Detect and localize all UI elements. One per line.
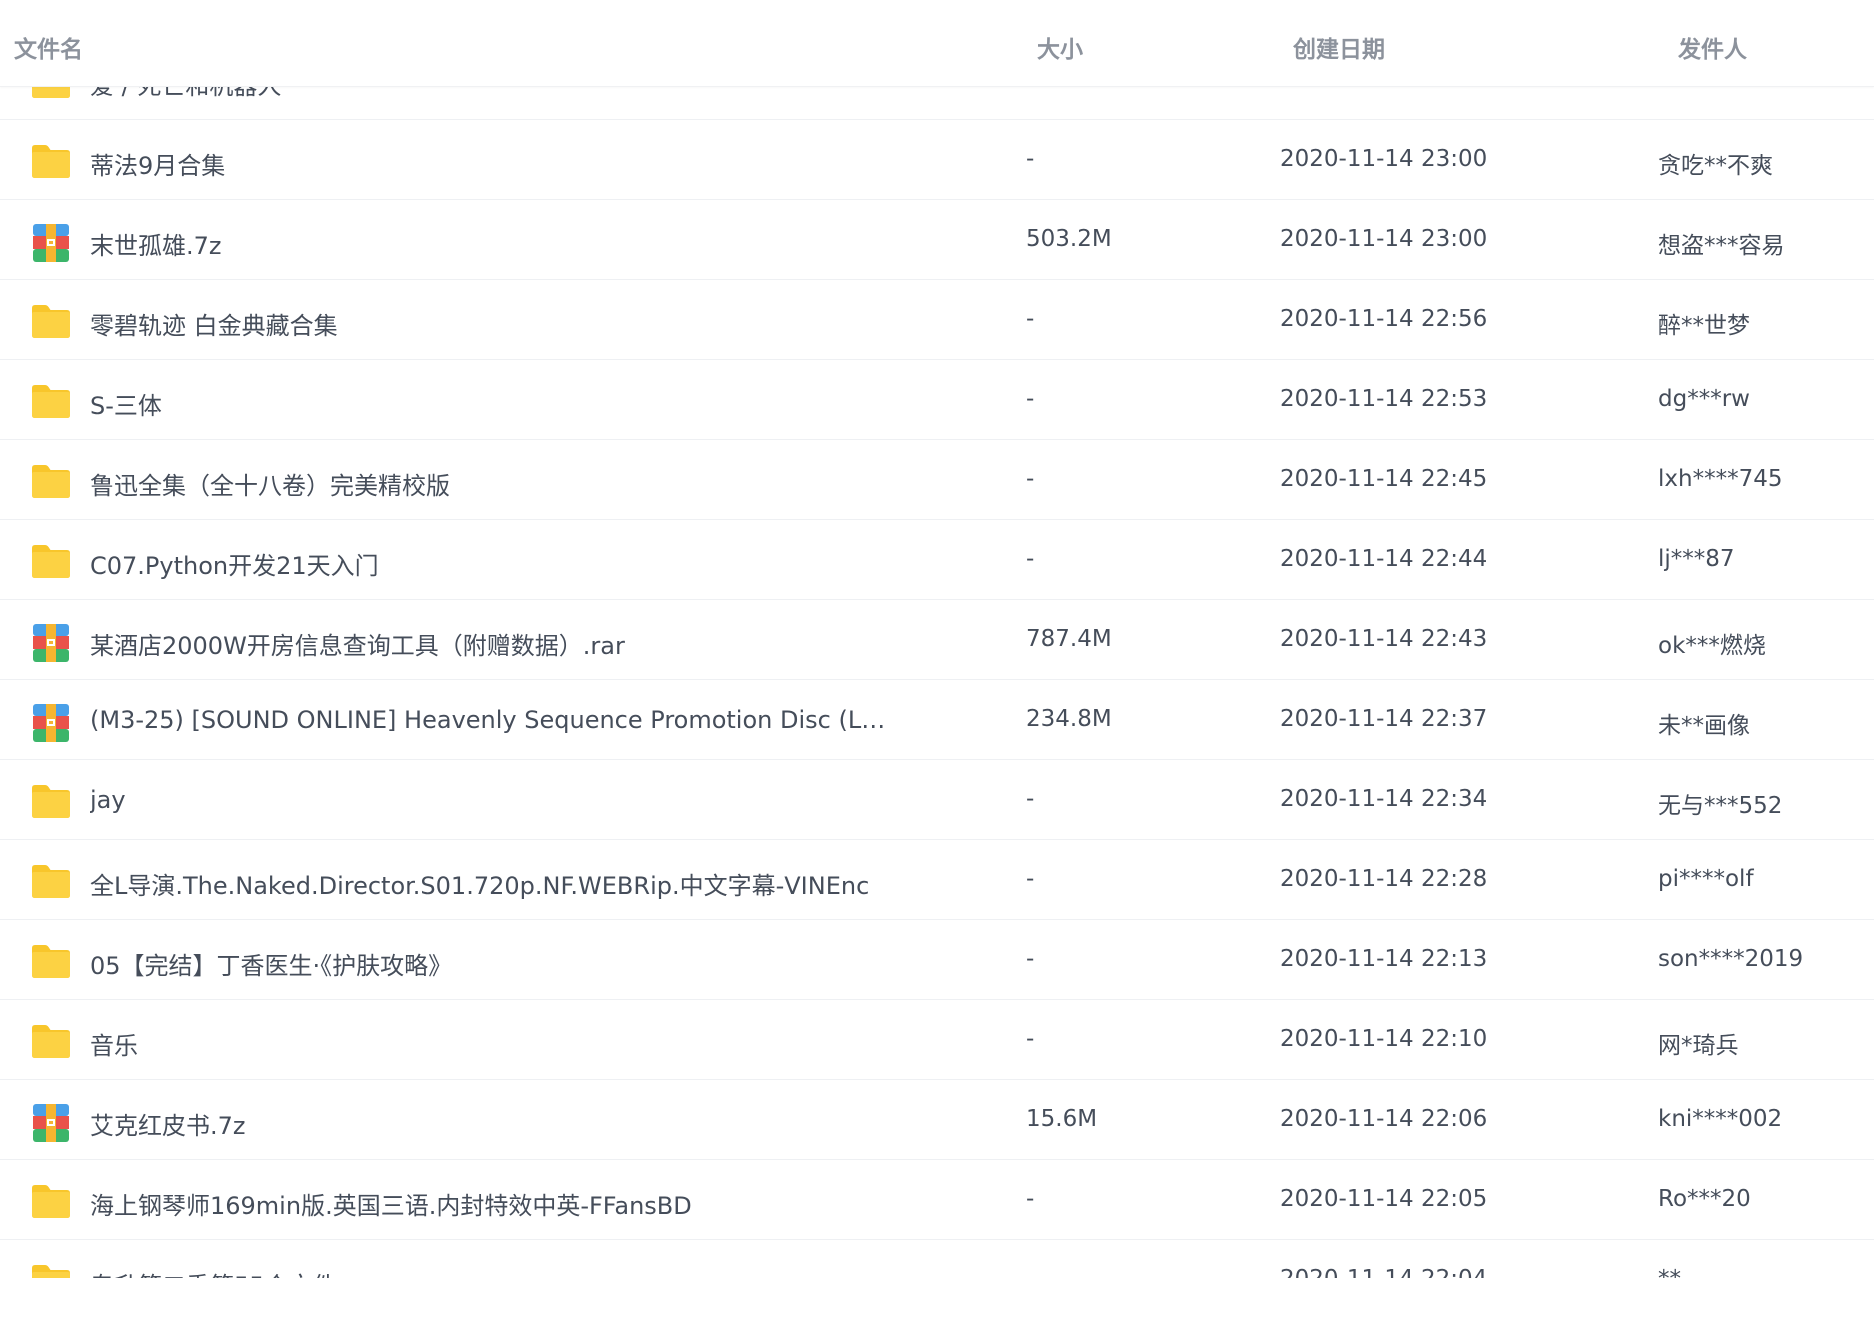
folder-row[interactable]: 音乐 - 2020-11-14 22:10 网*琦兵 <box>0 1000 1874 1080</box>
folder-icon <box>30 862 72 900</box>
sender-name: lxh****745 <box>1658 466 1783 492</box>
folder-row[interactable]: 海上钢琴师169min版.英国三语.内封特效中英-FFansBD - 2020-11… <box>0 1160 1874 1240</box>
file-name[interactable]: 全L导演.The.Naked.Director.S01.720p.NF.WEBR… <box>90 866 869 901</box>
file-size: - <box>1026 1026 1035 1052</box>
sender-name: 醉**世梦 <box>1658 313 1750 339</box>
sender-name: 贪吃**不爽 <box>1658 153 1773 179</box>
file-size: - <box>1026 466 1035 492</box>
folder-icon <box>30 142 72 180</box>
archive-icon <box>30 702 72 742</box>
file-name[interactable]: 零碧轨迹 白金典藏合集 <box>90 306 338 341</box>
archive-icon <box>30 622 72 662</box>
file-size: - <box>1026 306 1035 332</box>
created-date: 2020-11-14 22:53 <box>1280 386 1488 412</box>
file-name[interactable]: 艾克红皮书.7z <box>90 1106 246 1141</box>
folder-row[interactable]: C07.Python开发21天入门 - 2020-11-14 22:44 lj***8… <box>0 520 1874 600</box>
file-size: - <box>1026 386 1035 412</box>
folder-icon <box>30 542 72 580</box>
column-header-name[interactable]: 文件名 <box>14 30 83 64</box>
column-header-sender[interactable]: 发件人 <box>1678 30 1747 64</box>
file-size: 503.2M <box>1026 226 1112 252</box>
folder-icon <box>30 302 72 340</box>
sender-name: dg***rw <box>1658 386 1750 412</box>
created-date: 2020-11-14 22:37 <box>1280 706 1488 732</box>
table-header: 文件名 大小 创建日期 发件人 <box>0 0 1874 87</box>
file-name[interactable]: 05【完结】丁香医生·《护肤攻略》 <box>90 946 452 981</box>
sender-name: pi****olf <box>1658 866 1754 892</box>
folder-row[interactable]: 蒂法9月合集 - 2020-11-14 23:00 贪吃**不爽 <box>0 120 1874 200</box>
folder-row[interactable]: S-三体 - 2020-11-14 22:53 dg***rw <box>0 360 1874 440</box>
file-size: 787.4M <box>1026 626 1112 652</box>
created-date: 2020-11-14 23:00 <box>1280 146 1488 172</box>
folder-row[interactable]: 05【完结】丁香医生·《护肤攻略》 - 2020-11-14 22:13 son***… <box>0 920 1874 1000</box>
sender-name: 想盗***容易 <box>1658 233 1785 259</box>
folder-icon <box>30 382 72 420</box>
file-table: 爱 / 死亡和机器人蒂法9月合集-2020-11-14 23:00贪吃**不爽末… <box>0 0 1874 1278</box>
folder-icon <box>30 782 72 820</box>
file-size: - <box>1026 1266 1034 1278</box>
created-date: 2020-11-14 22:05 <box>1280 1186 1488 1212</box>
file-size: 15.6M <box>1026 1106 1098 1132</box>
sender-name: ** <box>1658 1266 1681 1278</box>
file-name[interactable]: S-三体 <box>90 386 162 421</box>
file-row[interactable]: (M3-25) [SOUND ONLINE] Heavenly Sequence… <box>0 680 1874 760</box>
sender-name: 无与***552 <box>1658 793 1783 819</box>
column-header-size[interactable]: 大小 <box>1037 30 1083 64</box>
sender-name: 未**画像 <box>1658 713 1750 739</box>
file-name[interactable]: 专升第二季第55个文件 <box>90 1266 337 1278</box>
folder-row[interactable]: 全L导演.The.Naked.Director.S01.720p.NF.WEBR… <box>0 840 1874 920</box>
folder-icon <box>30 1182 72 1220</box>
archive-icon <box>30 222 72 262</box>
file-size: - <box>1026 946 1035 972</box>
created-date: 2020-11-14 22:45 <box>1280 466 1488 492</box>
column-header-date[interactable]: 创建日期 <box>1293 30 1385 64</box>
file-size: - <box>1026 786 1035 812</box>
file-size: 234.8M <box>1026 706 1112 732</box>
folder-icon <box>30 942 72 980</box>
folder-row[interactable]: 鲁迅全集（全十八卷）完美精校版 - 2020-11-14 22:45 lxh****7… <box>0 440 1874 520</box>
file-name[interactable]: 某酒店2000W开房信息查询工具（附赠数据）.rar <box>90 626 625 661</box>
file-name[interactable]: 海上钢琴师169min版.英国三语.内封特效中英-FFansBD <box>90 1186 692 1221</box>
sender-name: son****2019 <box>1658 946 1804 972</box>
sender-name: Ro***20 <box>1658 1186 1751 1212</box>
file-name[interactable]: C07.Python开发21天入门 <box>90 546 379 581</box>
folder-row[interactable]: jay - 2020-11-14 22:34 无与***552 <box>0 760 1874 840</box>
sender-name: lj***87 <box>1658 546 1735 572</box>
folder-row[interactable]: 零碧轨迹 白金典藏合集 - 2020-11-14 22:56 醉**世梦 <box>0 280 1874 360</box>
file-rows: 爱 / 死亡和机器人蒂法9月合集-2020-11-14 23:00贪吃**不爽末… <box>0 40 1874 1278</box>
created-date: 2020-11-14 22:10 <box>1280 1026 1488 1052</box>
file-row[interactable]: 某酒店2000W开房信息查询工具（附赠数据）.rar 787.4M 2020-11-… <box>0 600 1874 680</box>
file-name[interactable]: (M3-25) [SOUND ONLINE] Heavenly Sequence… <box>90 706 890 734</box>
folder-icon <box>30 462 72 500</box>
file-name[interactable]: 音乐 <box>90 1026 138 1061</box>
created-date: 2020-11-14 22:06 <box>1280 1106 1488 1132</box>
created-date: 2020-11-14 22:56 <box>1280 306 1488 332</box>
created-date: 2020-11-14 22:44 <box>1280 546 1488 572</box>
sender-name: kni****002 <box>1658 1106 1783 1132</box>
folder-icon <box>30 1262 72 1278</box>
created-date: 2020-11-14 22:13 <box>1280 946 1488 972</box>
created-date: 2020-11-14 22:04 <box>1280 1266 1487 1278</box>
archive-icon <box>30 1102 72 1142</box>
file-name[interactable]: 鲁迅全集（全十八卷）完美精校版 <box>90 466 450 501</box>
file-name[interactable]: 蒂法9月合集 <box>90 146 225 181</box>
file-row[interactable]: 末世孤雄.7z 503.2M 2020-11-14 23:00 想盗***容易 <box>0 200 1874 280</box>
file-row[interactable]: 艾克红皮书.7z 15.6M 2020-11-14 22:06 kni****002 <box>0 1080 1874 1160</box>
created-date: 2020-11-14 22:43 <box>1280 626 1488 652</box>
file-size: - <box>1026 1186 1035 1212</box>
folder-icon <box>30 1022 72 1060</box>
file-size: - <box>1026 546 1035 572</box>
file-size: - <box>1026 146 1035 172</box>
file-size: - <box>1026 866 1035 892</box>
sender-name: 网*琦兵 <box>1658 1033 1739 1059</box>
created-date: 2020-11-14 23:00 <box>1280 226 1488 252</box>
file-name[interactable]: 末世孤雄.7z <box>90 226 222 261</box>
created-date: 2020-11-14 22:34 <box>1280 786 1488 812</box>
folder-row[interactable]: 专升第二季第55个文件 - 2020-11-14 22:04 ** <box>0 1240 1874 1278</box>
created-date: 2020-11-14 22:28 <box>1280 866 1488 892</box>
sender-name: ok***燃烧 <box>1658 633 1766 659</box>
file-name[interactable]: jay <box>90 786 126 814</box>
